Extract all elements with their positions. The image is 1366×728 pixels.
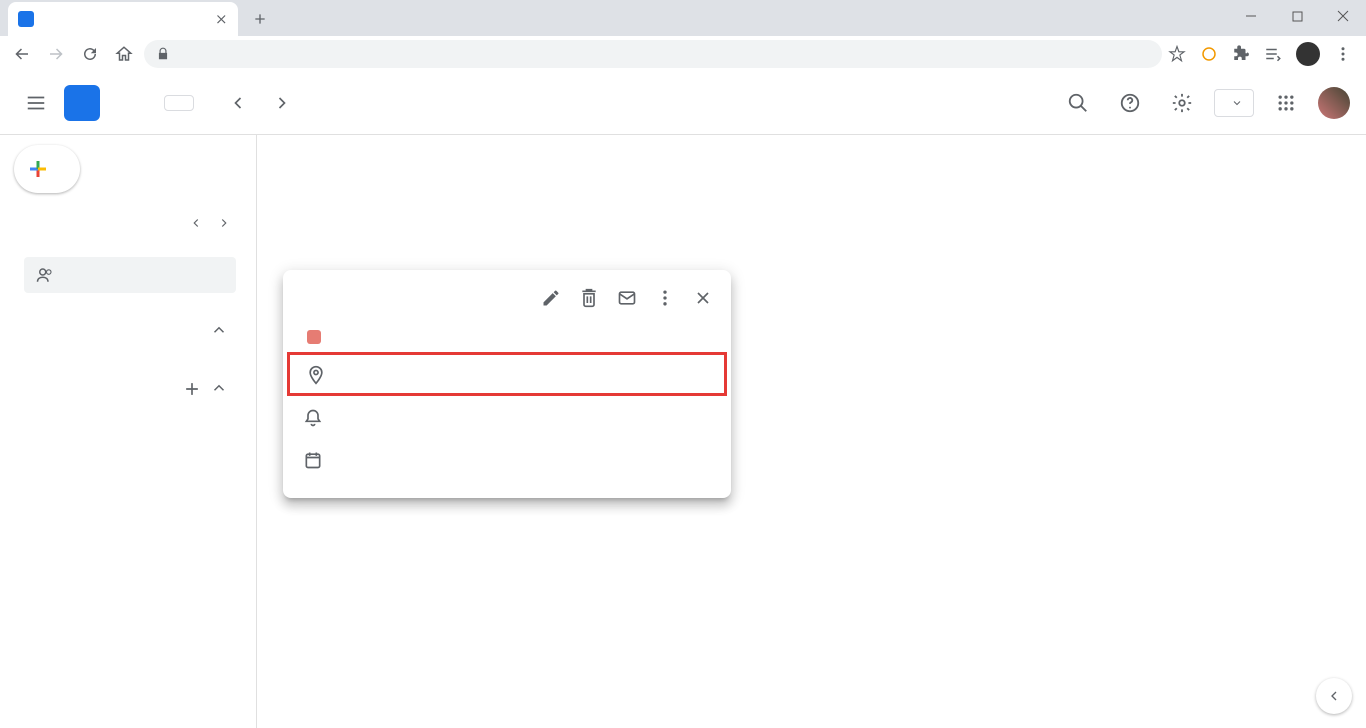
- event-location-row[interactable]: [287, 352, 727, 396]
- back-button[interactable]: [8, 40, 36, 68]
- close-popup-button[interactable]: [685, 280, 721, 316]
- main-menu-button[interactable]: [16, 83, 56, 123]
- event-reminders-row: [283, 396, 731, 438]
- window-close-icon[interactable]: [1320, 0, 1366, 32]
- plus-icon: [26, 157, 50, 181]
- reading-list-icon[interactable]: [1264, 45, 1282, 63]
- event-color-box: [307, 330, 321, 344]
- prev-month-button[interactable]: [218, 83, 258, 123]
- browser-chrome: [0, 0, 1366, 71]
- bell-icon: [303, 406, 323, 428]
- tab-close-icon[interactable]: [214, 12, 228, 26]
- profile-avatar-icon[interactable]: [1296, 42, 1320, 66]
- address-bar: [0, 36, 1366, 71]
- calendar-logo: [64, 85, 100, 121]
- forward-button[interactable]: [42, 40, 70, 68]
- reload-button[interactable]: [76, 40, 104, 68]
- home-button[interactable]: [110, 40, 138, 68]
- omnibox[interactable]: [144, 40, 1162, 68]
- next-month-button[interactable]: [262, 83, 302, 123]
- window-maximize-icon[interactable]: [1274, 0, 1320, 32]
- sidebar: [0, 135, 256, 728]
- event-calendar-row: [283, 438, 731, 480]
- chevron-down-icon: [1231, 97, 1243, 109]
- create-button[interactable]: [14, 145, 80, 193]
- event-detail-popup: [283, 270, 731, 498]
- chevron-up-icon: [210, 321, 228, 339]
- people-icon: [36, 266, 54, 284]
- extension-icon-1[interactable]: [1200, 45, 1218, 63]
- add-calendar-icon[interactable]: [182, 379, 202, 399]
- app-header: [0, 71, 1366, 135]
- mini-prev-button[interactable]: [184, 211, 208, 235]
- new-tab-button[interactable]: [246, 5, 274, 33]
- tab-favicon: [18, 11, 34, 27]
- mini-next-button[interactable]: [212, 211, 236, 235]
- help-icon[interactable]: [1110, 83, 1150, 123]
- mini-calendar: [10, 211, 242, 243]
- apps-icon[interactable]: [1266, 83, 1306, 123]
- my-calendars-toggle[interactable]: [24, 315, 228, 345]
- side-panel-toggle[interactable]: [1316, 678, 1352, 714]
- settings-icon[interactable]: [1162, 83, 1202, 123]
- account-avatar[interactable]: [1318, 87, 1350, 119]
- star-icon[interactable]: [1168, 45, 1186, 63]
- event-options-button[interactable]: [647, 280, 683, 316]
- lock-icon: [156, 47, 170, 61]
- calendar-icon: [303, 448, 323, 470]
- extensions-icon[interactable]: [1232, 45, 1250, 63]
- window-controls: [1228, 0, 1366, 32]
- browser-tab[interactable]: [8, 2, 238, 36]
- location-icon: [306, 363, 326, 385]
- edit-event-button[interactable]: [533, 280, 569, 316]
- email-event-button[interactable]: [609, 280, 645, 316]
- delete-event-button[interactable]: [571, 280, 607, 316]
- today-button[interactable]: [164, 95, 194, 111]
- window-minimize-icon[interactable]: [1228, 0, 1274, 32]
- search-people-input[interactable]: [24, 257, 236, 293]
- view-selector[interactable]: [1214, 89, 1254, 117]
- chevron-up-icon: [210, 379, 228, 399]
- tab-bar: [0, 0, 1366, 36]
- browser-menu-icon[interactable]: [1334, 45, 1352, 63]
- other-calendars-toggle[interactable]: [24, 373, 228, 405]
- search-icon[interactable]: [1058, 83, 1098, 123]
